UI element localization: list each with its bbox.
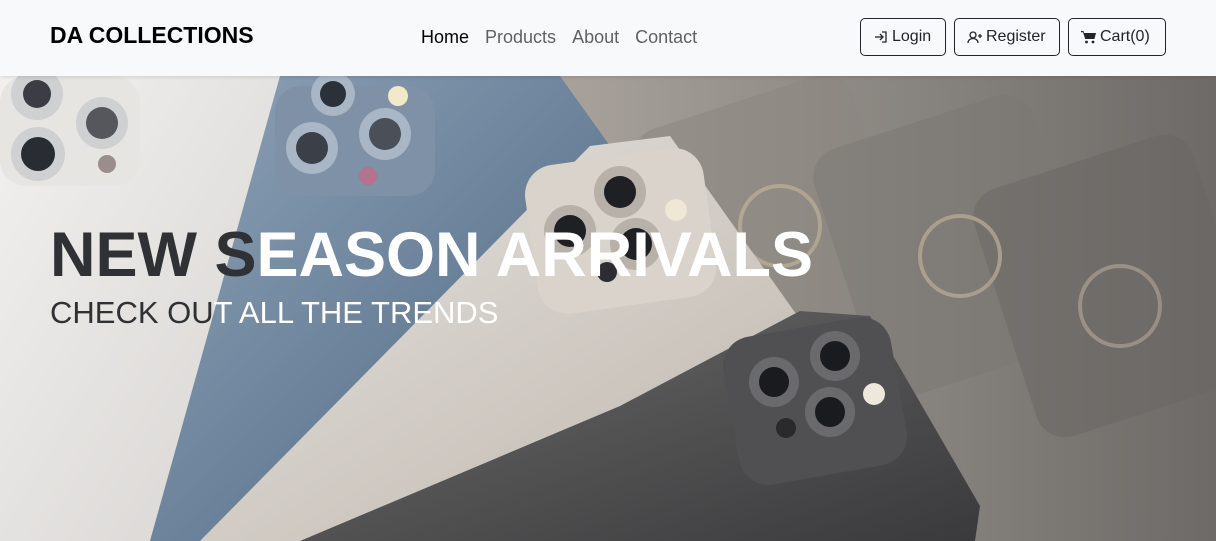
login-label: Login — [892, 28, 932, 45]
hero-subtitle-part-2: T ALL THE TRENDS — [213, 295, 499, 330]
nav-link-about[interactable]: About — [572, 27, 619, 48]
hero-title: NEW SEASON ARRIVALS — [50, 219, 813, 291]
nav-link-home[interactable]: Home — [421, 27, 469, 48]
hero-title-part-1: NEW S — [50, 220, 257, 290]
cart-button[interactable]: Cart(0) — [1068, 18, 1166, 56]
nav-link-products[interactable]: Products — [485, 27, 556, 48]
hero-banner: NEW SEASON ARRIVALS CHECK OUT ALL THE TR… — [0, 76, 1216, 541]
brand-logo[interactable]: DA COLLECTIONS — [50, 22, 254, 49]
navbar: DA COLLECTIONS Home Products About Conta… — [0, 0, 1216, 76]
hero-subtitle: CHECK OUT ALL THE TRENDS — [50, 295, 498, 331]
cart-label: Cart(0) — [1100, 28, 1150, 45]
register-label: Register — [986, 28, 1046, 45]
nav-link-contact[interactable]: Contact — [635, 27, 697, 48]
user-plus-icon — [967, 29, 983, 45]
cart-icon — [1081, 29, 1097, 45]
register-button[interactable]: Register — [954, 18, 1060, 56]
hero-subtitle-part-1: CHECK OU — [50, 295, 214, 330]
login-button[interactable]: Login — [860, 18, 946, 56]
hero-title-part-2: EASON ARRIVALS — [256, 220, 814, 290]
login-icon — [873, 29, 889, 45]
nav-buttons: Login Register Cart(0) — [860, 18, 1166, 56]
main-nav: Home Products About Contact — [421, 27, 697, 48]
